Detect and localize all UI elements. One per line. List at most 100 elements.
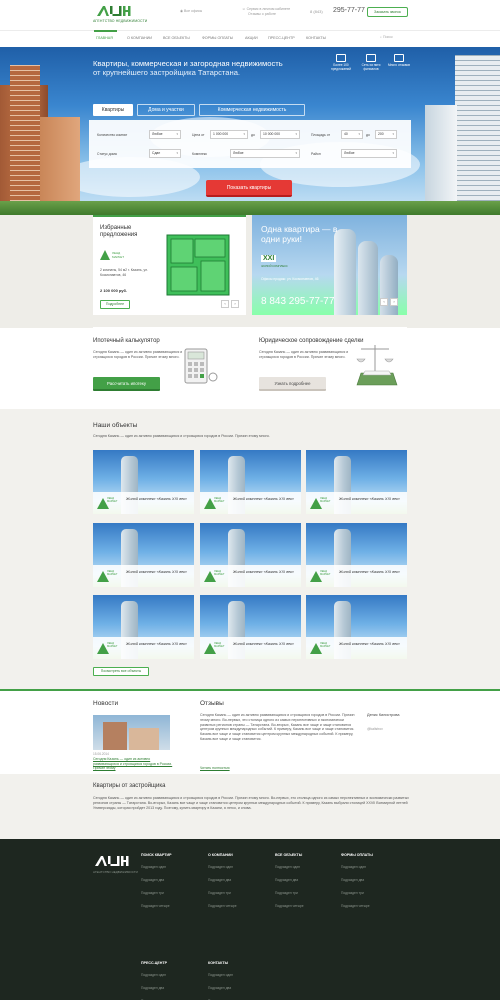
scales-icon [356,345,398,386]
object-card[interactable]: ЛЕНД МАРКЕТ Жилой комплекс «Казань XXI ве… [306,595,407,659]
reviews-link[interactable]: Отзывы о работе [248,12,276,16]
review-author-handle: @kalistrov [367,727,383,731]
about-text: Сегодня Казань — один из активно развива… [93,796,409,810]
footer-column-title[interactable]: О КОМПАНИИ [208,853,233,857]
footer-link[interactable]: Подраздел четыре [275,904,304,908]
logo-icon[interactable] [95,5,131,17]
location-icon: ◉ [180,9,184,13]
prev-arrow-icon[interactable]: ‹ [221,300,229,308]
network-icon [366,54,376,62]
legal-details-button[interactable]: Узнать подробнее [259,377,326,391]
object-info: ЛЕНД МАРКЕТ Жилой комплекс «Казань XXI ве… [93,565,194,587]
footer-link[interactable]: Подраздел три [341,891,364,895]
footer-link[interactable]: Подраздел один [208,973,233,977]
calc-title: Ипотечный калькулятор [93,338,160,344]
object-card[interactable]: ЛЕНД МАРКЕТ Жилой комплекс «Казань XXI ве… [200,595,301,659]
object-card[interactable]: ЛЕНД МАРКЕТ Жилой комплекс «Казань XXI ве… [93,450,194,514]
object-title: Жилой комплекс «Казань XXI век» [339,570,401,574]
nav-item-objects[interactable]: ВСЕ ОБЪЕКТЫ [163,36,190,40]
building-icon [336,54,346,62]
next-arrow-icon[interactable]: › [231,300,239,308]
tab-houses[interactable]: Дома и участки [137,104,195,116]
tab-apartments[interactable]: Квартиры [93,104,133,116]
object-info: ЛЕНД МАРКЕТ Жилой комплекс «Казань XXI ве… [93,637,194,659]
search-input[interactable]: ⌕ Поиск [380,35,408,43]
footer-logo-icon[interactable] [93,855,129,867]
footer-link[interactable]: Подраздел четыре [141,904,170,908]
footer-link[interactable]: Подраздел два [208,986,231,990]
news-image[interactable] [93,715,170,750]
show-apartments-button[interactable]: Показать квартиры [206,180,292,197]
footer-link[interactable]: Подраздел четыре [341,904,370,908]
footer-link[interactable]: Подраздел один [275,865,300,869]
footer-column-title[interactable]: ПОИСК КВАРТИР [141,853,171,857]
footer-column-title[interactable]: ФОРМЫ ОПЛАТЫ [341,853,373,857]
object-title: Жилой комплекс «Казань XXI век» [233,570,295,574]
callback-button[interactable]: Заказать звонок [367,7,408,17]
news-link[interactable]: Сегодня Казань — один из активно развива… [93,757,173,771]
site-header: АГЕНТСТВО НЕДВИЖИМОСТИ ◉ Все офисы ☺ Сер… [0,0,500,30]
nav-item-payment[interactable]: ФОРМЫ ОПЛАТЫ [202,36,233,40]
promo-banner[interactable]: Одна квартира — в одни руки! XXI ЖИЛОЙ К… [252,215,407,315]
footer-link[interactable]: Подраздел два [208,878,231,882]
rooms-select[interactable]: Любое [149,130,181,139]
footer-column-title[interactable]: КОНТАКТЫ [208,961,228,965]
news-date: 15.06.2014 [93,752,109,756]
tower-image [380,255,398,315]
about-title: Квартиры от застройщика [93,783,166,789]
service-link[interactable]: ☺ Сервис в личном кабинете [242,7,290,11]
area-to-input[interactable]: 200 [375,130,397,139]
nav-item-about[interactable]: О КОМПАНИИ [127,36,152,40]
object-card[interactable]: ЛЕНД МАРКЕТ Жилой комплекс «Казань XXI ве… [306,450,407,514]
footer-link[interactable]: Подраздел два [275,878,298,882]
brand-name: ЛЕНД МАРКЕТ [320,642,331,648]
object-card[interactable]: ЛЕНД МАРКЕТ Жилой комплекс «Казань XXI ве… [306,523,407,587]
footer-link[interactable]: Подраздел один [208,865,233,869]
object-card[interactable]: ЛЕНД МАРКЕТ Жилой комплекс «Казань XXI ве… [200,450,301,514]
area-from-input[interactable]: 40 [341,130,363,139]
object-info: ЛЕНД МАРКЕТ Жилой комплекс «Казань XXI ве… [306,637,407,659]
reviews-title: Отзывы [200,700,224,707]
footer-logo-subtitle: АГЕНТСТВО НЕДВИЖИМОСТИ [93,870,138,874]
object-card[interactable]: ЛЕНД МАРКЕТ Жилой комплекс «Казань XXI ве… [200,523,301,587]
district-select[interactable]: Любое [341,149,397,158]
nav-active-indicator [94,30,117,32]
offices-link[interactable]: ◉ Все офисы [180,9,202,13]
footer-link[interactable]: Подраздел четыре [208,904,237,908]
object-title: Жилой комплекс «Казань XXI век» [126,497,188,501]
footer-link[interactable]: Подраздел один [141,865,166,869]
object-info: ЛЕНД МАРКЕТ Жилой комплекс «Казань XXI ве… [200,492,301,514]
details-button[interactable]: Подробнее [100,300,130,309]
show-all-objects-button[interactable]: Посмотреть все объекты [93,667,149,676]
object-card[interactable]: ЛЕНД МАРКЕТ Жилой комплекс «Казань XXI ве… [93,523,194,587]
footer-link[interactable]: Подраздел один [341,865,366,869]
footer-column-title[interactable]: ПРЕСС-ЦЕНТР [141,961,167,965]
prev-arrow-icon[interactable]: ‹ [380,298,388,306]
brand-name: ЛЕНД МАРКЕТ [107,642,118,648]
footer-link[interactable]: Подраздел три [208,891,231,895]
footer-link[interactable]: Подраздел два [141,986,164,990]
objects-intro: Сегодня Казань — один из активно развива… [93,434,270,438]
nav-item-promos[interactable]: АКЦИИ [245,36,258,40]
status-select[interactable]: Сдан [149,149,181,158]
nav-item-contacts[interactable]: КОНТАКТЫ [306,36,326,40]
nav-item-press[interactable]: ПРЕСС-ЦЕНТР [268,36,295,40]
price-to-input[interactable]: 10 000 000 [260,130,300,139]
tab-commercial[interactable]: Коммерческая недвижимость [199,104,305,116]
footer-link[interactable]: Подраздел два [141,878,164,882]
footer-link[interactable]: Подраздел один [141,973,166,977]
next-arrow-icon[interactable]: › [390,298,398,306]
nav-item-home[interactable]: ГЛАВНАЯ [96,36,113,40]
phone-number[interactable]: 295-77-77 [333,7,365,14]
object-card[interactable]: ЛЕНД МАРКЕТ Жилой комплекс «Казань XXI ве… [93,595,194,659]
footer-column-title[interactable]: ВСЕ ОБЪЕКТЫ [275,853,302,857]
status-label: Статус дома [97,152,117,156]
building-image [455,55,500,215]
read-more-link[interactable]: Читать полностью [200,766,230,771]
price-from-input[interactable]: 1 000 000 [210,130,248,139]
footer-link[interactable]: Подраздел три [275,891,298,895]
footer-link[interactable]: Подраздел три [141,891,164,895]
calc-mortgage-button[interactable]: Рассчитать ипотеку [93,377,160,391]
complex-select[interactable]: Любое [230,149,300,158]
footer-link[interactable]: Подраздел два [341,878,364,882]
